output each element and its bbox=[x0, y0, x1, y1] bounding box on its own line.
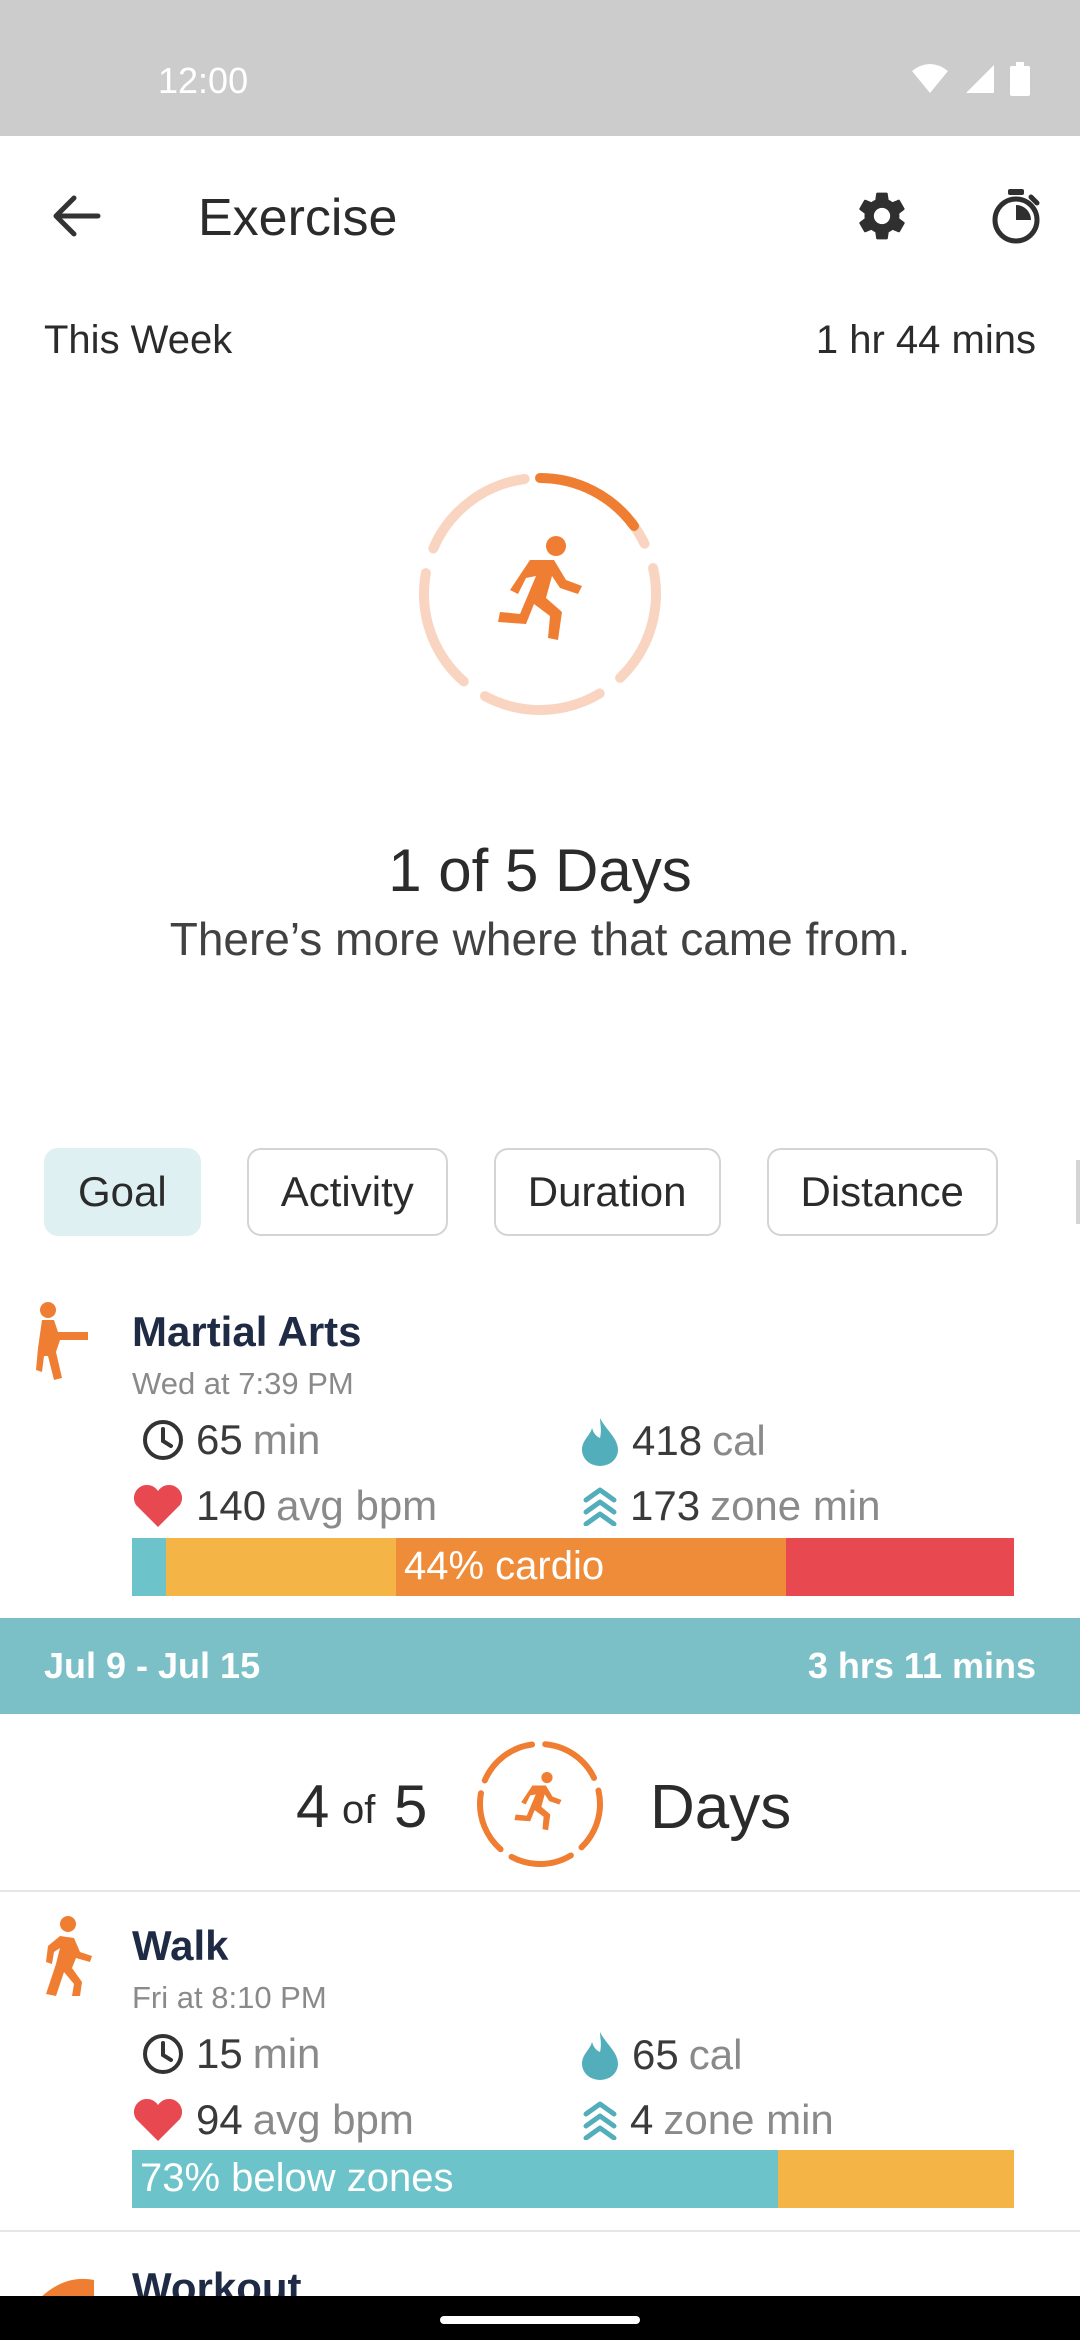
status-icons bbox=[910, 62, 1030, 96]
week-goal-summary: 4 of 5 Days bbox=[0, 1714, 1080, 1892]
heart-icon bbox=[133, 2098, 183, 2141]
heart-zone-bar: 44% cardio bbox=[132, 1538, 1014, 1596]
arrow-back-icon bbox=[53, 195, 101, 237]
list-item[interactable]: Workout bbox=[0, 2258, 1080, 2296]
zone-bar-label: 73% below zones bbox=[140, 2156, 454, 2200]
this-week-total: 1 hr 44 mins bbox=[815, 318, 1036, 362]
zone-below: 73% below zones bbox=[132, 2150, 778, 2208]
zone-fat-burn bbox=[166, 1538, 396, 1596]
activity-time: Fri at 8:10 PM bbox=[132, 1980, 327, 2015]
flame-icon bbox=[582, 1418, 618, 1466]
chip-goal[interactable]: Goal bbox=[44, 1148, 201, 1236]
martial-arts-icon bbox=[36, 1302, 88, 1380]
chip-distance[interactable]: Distance bbox=[766, 1148, 998, 1236]
cellular-signal-icon bbox=[966, 65, 994, 93]
this-week-row: This Week 1 hr 44 mins bbox=[44, 318, 1036, 368]
zone-peak bbox=[786, 1538, 1014, 1596]
status-bar: 12:00 bbox=[0, 0, 1080, 136]
this-week-label: This Week bbox=[44, 318, 233, 362]
goal-days-title: 1 of 5 Days bbox=[388, 837, 692, 904]
status-time: 12:00 bbox=[158, 60, 249, 101]
stopwatch-icon bbox=[992, 189, 1040, 244]
week-days-goal: 5 bbox=[394, 1773, 428, 1840]
clock-icon bbox=[143, 1420, 183, 1460]
heart-icon bbox=[133, 1484, 183, 1527]
calories-stat: 418 cal bbox=[580, 1416, 766, 1466]
week-header-band: Jul 9 - Jul 15 3 hrs 11 mins bbox=[0, 1618, 1080, 1714]
workout-icon bbox=[42, 2278, 94, 2296]
goal-subtitle: There’s more where that came from. bbox=[169, 913, 911, 965]
heart-zone-bar: 73% below zones bbox=[132, 2150, 1014, 2208]
running-icon bbox=[498, 536, 582, 640]
week-days-of: of bbox=[342, 1788, 376, 1832]
activity-time: Wed at 7:39 PM bbox=[132, 1366, 354, 1401]
wifi-icon bbox=[912, 64, 948, 93]
duration-stat: 15 min bbox=[142, 2030, 320, 2078]
settings-button[interactable] bbox=[846, 180, 918, 252]
home-gesture-handle[interactable] bbox=[440, 2316, 640, 2324]
week-total: 3 hrs 11 mins bbox=[807, 1645, 1036, 1686]
goal-progress-ring bbox=[412, 466, 668, 722]
running-icon bbox=[514, 1772, 562, 1831]
zone-minutes-icon bbox=[583, 2101, 617, 2140]
zone-minutes-stat: 173 zone min bbox=[582, 1482, 881, 1530]
chip-overflow-edge bbox=[1076, 1160, 1080, 1224]
walk-icon bbox=[46, 1916, 92, 1996]
zone-cardio: 44% cardio bbox=[396, 1538, 786, 1596]
week-days-label: Days bbox=[650, 1773, 792, 1842]
chip-duration[interactable]: Duration bbox=[493, 1148, 721, 1236]
zone-fat-burn bbox=[778, 2150, 1014, 2208]
week-range: Jul 9 - Jul 15 bbox=[44, 1645, 261, 1686]
page-title: Exercise bbox=[198, 189, 398, 247]
list-divider bbox=[0, 2230, 1080, 2232]
zone-below bbox=[132, 1538, 166, 1596]
heart-rate-stat: 94 avg bpm bbox=[132, 2096, 414, 2144]
chip-activity[interactable]: Activity bbox=[246, 1148, 448, 1236]
app-bar: Exercise bbox=[0, 136, 1080, 296]
calories-stat: 65 cal bbox=[580, 2030, 742, 2080]
activity-name: Martial Arts bbox=[132, 1308, 362, 1355]
duration-stat: 65 min bbox=[142, 1416, 320, 1464]
zone-minutes-icon bbox=[583, 1487, 617, 1526]
list-item[interactable]: Martial Arts Wed at 7:39 PM 65 min 418 c… bbox=[0, 1302, 1080, 1602]
zone-bar-label: 44% cardio bbox=[404, 1544, 605, 1588]
list-item[interactable]: Walk Fri at 8:10 PM 15 min 65 cal 94 avg… bbox=[0, 1916, 1080, 2216]
activity-name: Walk bbox=[132, 1922, 229, 1969]
zone-minutes-stat: 4 zone min bbox=[582, 2096, 834, 2144]
stopwatch-button[interactable] bbox=[980, 180, 1052, 252]
activity-name: Workout bbox=[132, 2264, 302, 2296]
heart-rate-stat: 140 avg bpm bbox=[132, 1482, 437, 1530]
gear-icon bbox=[859, 192, 905, 240]
filter-chips: Goal Activity Duration Distance bbox=[44, 1148, 998, 1236]
clock-icon bbox=[143, 2034, 183, 2074]
week-progress-ring bbox=[477, 1741, 603, 1867]
flame-icon bbox=[582, 2032, 618, 2080]
week-days-count: 4 bbox=[296, 1773, 330, 1840]
back-button[interactable] bbox=[40, 180, 112, 252]
battery-icon bbox=[1010, 62, 1030, 96]
